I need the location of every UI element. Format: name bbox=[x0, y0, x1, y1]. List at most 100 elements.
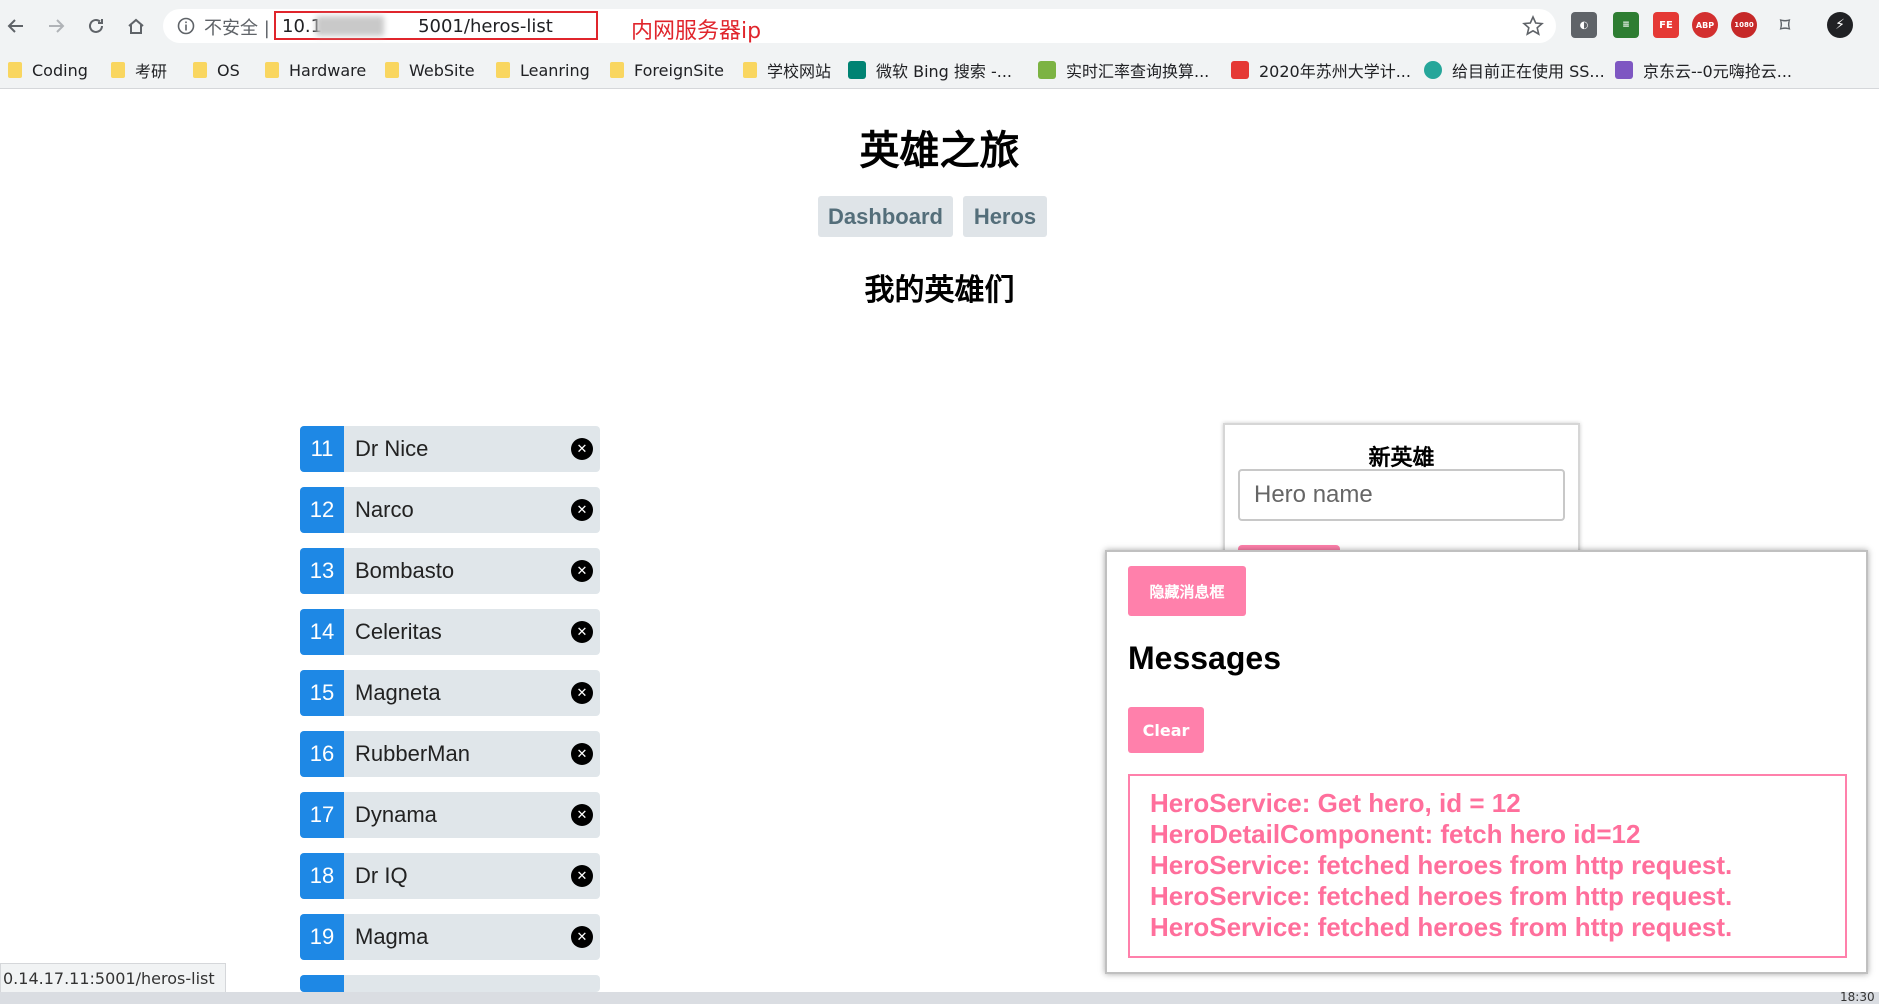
delete-hero-icon[interactable]: ✕ bbox=[571, 682, 593, 704]
url-highlight-box[interactable]: 10.1 5001/heros-list bbox=[274, 11, 598, 40]
hero-name-input[interactable] bbox=[1238, 469, 1565, 521]
bookmark-foreignsite[interactable]: ForeignSite bbox=[610, 52, 724, 88]
site-icon bbox=[1424, 61, 1442, 79]
back-icon[interactable] bbox=[2, 12, 30, 40]
extension-bulb-icon[interactable]: ◐ bbox=[1571, 12, 1597, 38]
folder-icon bbox=[496, 62, 510, 78]
bookmark-ss[interactable]: 给目前正在使用 SS... bbox=[1424, 52, 1605, 88]
folder-icon bbox=[385, 62, 399, 78]
hero-name[interactable]: Dr IQ bbox=[355, 853, 408, 899]
bookmark-coding[interactable]: Coding bbox=[8, 52, 88, 88]
hero-name[interactable]: Celeritas bbox=[355, 609, 442, 655]
delete-hero-icon[interactable]: ✕ bbox=[571, 621, 593, 643]
jdcloud-icon bbox=[1615, 61, 1633, 79]
hero-list-item[interactable] bbox=[300, 975, 600, 992]
message-item: HeroService: fetched heroes from http re… bbox=[1150, 850, 1733, 880]
hero-list-item[interactable]: 15 Magneta ✕ bbox=[300, 670, 600, 716]
extension-fe-icon[interactable]: FE bbox=[1653, 12, 1679, 38]
extension-list-icon[interactable]: ≡ bbox=[1613, 12, 1639, 38]
delete-hero-icon[interactable]: ✕ bbox=[571, 499, 593, 521]
clear-messages-button[interactable]: Clear bbox=[1128, 707, 1204, 753]
message-item: HeroService: Get hero, id = 12 bbox=[1150, 788, 1521, 818]
delete-hero-icon[interactable]: ✕ bbox=[571, 743, 593, 765]
folder-icon bbox=[193, 62, 207, 78]
folder-icon bbox=[743, 62, 757, 78]
extension-abp-icon[interactable]: ABP bbox=[1692, 12, 1718, 38]
messages-panel: 隐藏消息框 Messages Clear HeroService: Get he… bbox=[1105, 550, 1868, 974]
folder-icon bbox=[610, 62, 624, 78]
hero-id-badge: 17 bbox=[300, 792, 344, 838]
bookmark-leanring[interactable]: Leanring bbox=[496, 52, 590, 88]
reload-icon[interactable] bbox=[82, 12, 110, 40]
hero-list-item[interactable]: 11 Dr Nice ✕ bbox=[300, 426, 600, 472]
delete-hero-icon[interactable]: ✕ bbox=[571, 560, 593, 582]
hero-id-badge: 18 bbox=[300, 853, 344, 899]
hero-name[interactable]: Dr Nice bbox=[355, 426, 428, 472]
hero-list-item[interactable]: 13 Bombasto ✕ bbox=[300, 548, 600, 594]
bookmark-hardware[interactable]: Hardware bbox=[265, 52, 366, 88]
bookmark-kaoyan[interactable]: 考研 bbox=[111, 52, 167, 88]
forward-icon[interactable] bbox=[42, 12, 70, 40]
hero-list-item[interactable]: 19 Magma ✕ bbox=[300, 914, 600, 960]
hero-id-badge bbox=[300, 975, 344, 992]
os-taskbar bbox=[0, 992, 1879, 1004]
messages-list: HeroService: Get hero, id = 12 HeroDetai… bbox=[1128, 774, 1847, 958]
nav-dashboard-link[interactable]: Dashboard bbox=[818, 196, 953, 237]
profile-avatar-icon[interactable]: ⚡ bbox=[1827, 12, 1853, 38]
hide-messages-button[interactable]: 隐藏消息框 bbox=[1128, 566, 1246, 616]
reading-list-icon[interactable]: ⌑ bbox=[1772, 12, 1798, 38]
taskbar-clock: 18:30 bbox=[1840, 990, 1875, 1004]
exchange-icon bbox=[1038, 61, 1056, 79]
hero-list-item[interactable]: 14 Celeritas ✕ bbox=[300, 609, 600, 655]
hero-id-badge: 16 bbox=[300, 731, 344, 777]
hero-name[interactable]: Magneta bbox=[355, 670, 441, 716]
new-hero-label: 新英雄 bbox=[1368, 446, 1435, 471]
browser-toolbar: 不安全 | 10.1 5001/heros-list 内网服务器ip ◐ ≡ FE… bbox=[0, 0, 1879, 52]
folder-icon bbox=[265, 62, 279, 78]
bookmark-suda[interactable]: 2020年苏州大学计... bbox=[1231, 52, 1411, 88]
url-redaction bbox=[316, 16, 384, 36]
page-title: 英雄之旅 bbox=[859, 128, 1020, 174]
hero-id-badge: 12 bbox=[300, 487, 344, 533]
hero-list-item[interactable]: 16 RubberMan ✕ bbox=[300, 731, 600, 777]
extension-1080-icon[interactable]: 1080 bbox=[1731, 12, 1757, 38]
hero-list-item[interactable]: 12 Narco ✕ bbox=[300, 487, 600, 533]
url-suffix: 5001/heros-list bbox=[418, 16, 553, 37]
bookmark-jdcloud[interactable]: 京东云--0元嗨抢云... bbox=[1615, 52, 1792, 88]
message-item: HeroService: fetched heroes from http re… bbox=[1150, 881, 1733, 911]
bookmark-star-icon[interactable] bbox=[1521, 14, 1545, 38]
hero-name[interactable]: Dynama bbox=[355, 792, 437, 838]
hero-list-item[interactable]: 18 Dr IQ ✕ bbox=[300, 853, 600, 899]
bookmarks-bar: Coding 考研 OS Hardware WebSite Leanring F… bbox=[0, 52, 1879, 89]
section-title: 我的英雄们 bbox=[864, 273, 1015, 308]
bookmark-os[interactable]: OS bbox=[193, 52, 240, 88]
bing-icon bbox=[848, 61, 866, 79]
delete-hero-icon[interactable]: ✕ bbox=[571, 926, 593, 948]
hero-list-item[interactable]: 17 Dynama ✕ bbox=[300, 792, 600, 838]
hero-name[interactable]: RubberMan bbox=[355, 731, 470, 777]
site-info-icon[interactable] bbox=[176, 16, 196, 36]
delete-hero-icon[interactable]: ✕ bbox=[571, 438, 593, 460]
message-item: HeroService: fetched heroes from http re… bbox=[1150, 912, 1733, 942]
bookmark-bing[interactable]: 微软 Bing 搜索 -... bbox=[848, 52, 1012, 88]
messages-title: Messages bbox=[1128, 640, 1281, 676]
nav-heros-link[interactable]: Heros bbox=[963, 196, 1047, 237]
insecure-label: 不安全 | bbox=[204, 18, 270, 39]
home-icon[interactable] bbox=[122, 12, 150, 40]
status-url-bar: 0.14.17.11:5001/heros-list bbox=[0, 963, 226, 994]
hero-id-badge: 14 bbox=[300, 609, 344, 655]
delete-hero-icon[interactable]: ✕ bbox=[571, 865, 593, 887]
bookmark-website[interactable]: WebSite bbox=[385, 52, 475, 88]
bookmark-exchange-rate[interactable]: 实时汇率查询换算... bbox=[1038, 52, 1209, 88]
csdn-icon bbox=[1231, 61, 1249, 79]
hero-name[interactable]: Magma bbox=[355, 914, 428, 960]
server-ip-annotation: 内网服务器ip bbox=[631, 19, 762, 44]
hero-name[interactable]: Narco bbox=[355, 487, 414, 533]
hero-id-badge: 19 bbox=[300, 914, 344, 960]
delete-hero-icon[interactable]: ✕ bbox=[571, 804, 593, 826]
hero-id-badge: 13 bbox=[300, 548, 344, 594]
bookmark-school[interactable]: 学校网站 bbox=[743, 52, 831, 88]
folder-icon bbox=[111, 62, 125, 78]
message-item: HeroDetailComponent: fetch hero id=12 bbox=[1150, 819, 1641, 849]
hero-name[interactable]: Bombasto bbox=[355, 548, 454, 594]
